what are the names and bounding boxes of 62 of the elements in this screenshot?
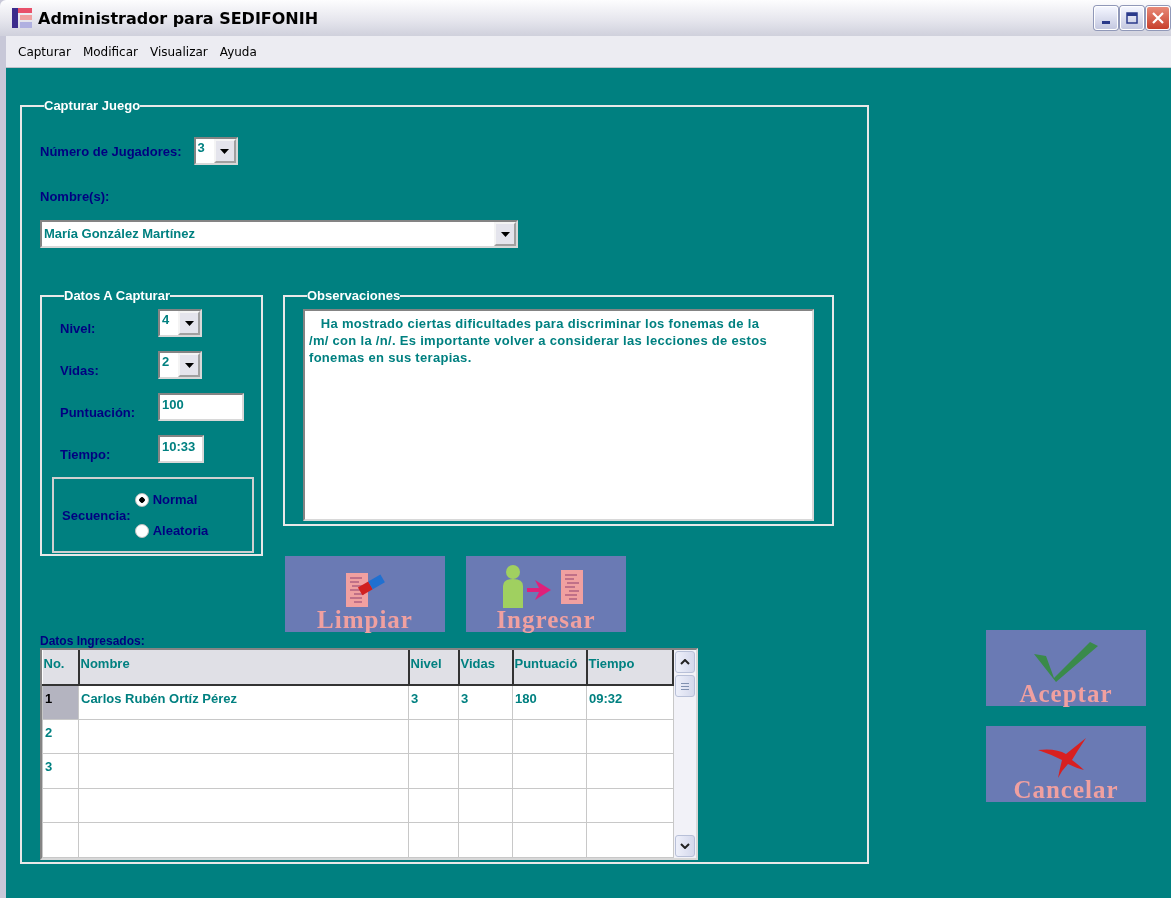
caret-icon [500, 231, 510, 237]
column-header[interactable]: Puntuació [512, 650, 587, 685]
menu-item[interactable]: Capturar [12, 44, 77, 59]
column-header[interactable]: Nivel [408, 650, 459, 685]
minimize-button[interactable] [1094, 6, 1118, 30]
dropdown-button[interactable] [494, 222, 516, 246]
menu-item[interactable]: Ayuda [213, 44, 263, 59]
caret-icon [184, 362, 194, 368]
menu-item[interactable]: Visualizar [144, 44, 214, 59]
field-label: Puntuación: [60, 403, 137, 420]
caret-icon [184, 320, 194, 326]
row-number: 1 [42, 684, 79, 720]
maximize-icon [1126, 12, 1138, 24]
row-number: 3 [42, 753, 79, 789]
field-label: Vidas: [60, 361, 100, 378]
group-title: Observaciones [307, 288, 401, 303]
window-title: Administrador para SEDIFONIH [38, 8, 319, 28]
caret-icon [220, 148, 230, 154]
table-cell: 180 [512, 684, 587, 720]
menu-item[interactable]: Modificar [76, 44, 144, 59]
dropdown-button[interactable] [178, 311, 200, 335]
field-label: Nombre(s): [40, 189, 111, 204]
field-label: Secuencia: [62, 507, 131, 523]
dropdown-button[interactable] [213, 139, 236, 163]
column-header[interactable]: No. [42, 650, 79, 685]
name-dropdown[interactable]: María González Martínez [40, 220, 518, 248]
table-cell: 3 [408, 684, 459, 720]
field-label: Nivel: [60, 319, 97, 336]
table-cell: Carlos Rubén Ortíz Pérez [78, 684, 409, 720]
option-label: Normal [152, 492, 198, 507]
observations-field[interactable]: Ha mostrado ciertas dificultades para discriminar los fonemas de la /m/ con la /n/. Es importante volver a considerar las lecciones de estos fonemas en sus terapias. [303, 309, 814, 521]
column-header[interactable]: Nombre [78, 650, 409, 685]
radio-button[interactable] [134, 523, 149, 538]
players-dropdown[interactable]: 3 [193, 137, 238, 165]
column-header[interactable]: Tiempo [586, 650, 673, 685]
score-field[interactable]: 100 [158, 393, 244, 421]
level-dropdown[interactable]: 4 [158, 309, 202, 337]
scroll-thumb[interactable] [675, 675, 695, 697]
table-cell: 3 [458, 684, 513, 720]
scrollbar[interactable] [674, 650, 696, 858]
grip-icon [681, 682, 689, 690]
app-icon [12, 8, 32, 28]
maximize-button[interactable] [1120, 6, 1144, 30]
scroll-down-button[interactable] [675, 835, 695, 857]
table-cell: 09:32 [586, 684, 673, 720]
radio-button[interactable] [134, 492, 149, 507]
close-button[interactable] [1146, 6, 1170, 30]
time-field[interactable]: 10:33 [158, 435, 204, 463]
check-icon [1034, 642, 1098, 682]
table-label: Datos Ingresados: [40, 634, 146, 648]
lives-dropdown[interactable]: 2 [158, 351, 202, 379]
field-label: Tiempo: [60, 445, 112, 462]
group-title: Datos A Capturar [64, 288, 170, 303]
scroll-up-button[interactable] [675, 651, 695, 673]
dropdown-button[interactable] [178, 353, 200, 377]
column-header[interactable]: Vidas [458, 650, 513, 685]
minimize-icon [1102, 20, 1110, 24]
group-title: Capturar Juego [44, 98, 141, 113]
option-label: Aleatoria [152, 523, 209, 538]
row-number: 2 [42, 719, 79, 754]
close-icon [1152, 12, 1164, 24]
field-label: Número de Jugadores: [40, 143, 182, 159]
